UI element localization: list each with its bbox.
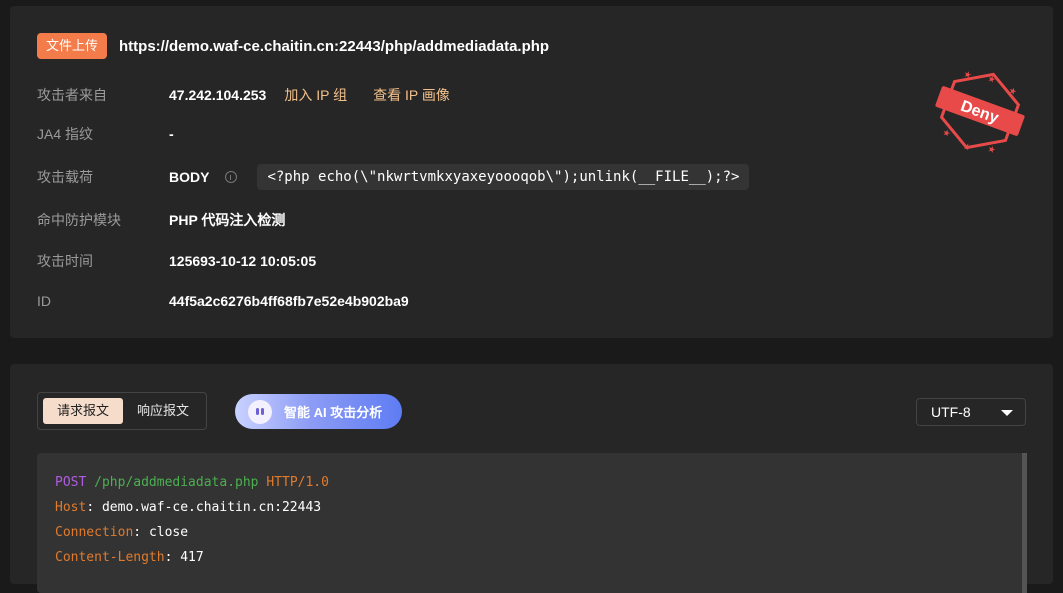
attacker-row: 攻击者来自 47.242.104.253 加入 IP 组 查看 IP 画像 (37, 81, 450, 109)
payload-location: BODY (169, 169, 210, 185)
request-line: POST /php/addmediadata.php HTTP/1.0 (55, 475, 329, 490)
attack-type-tag: 文件上传 (37, 33, 108, 59)
event-detail-panel: 文件上传 https://demo.waf-ce.chaitin.cn:2244… (10, 6, 1053, 338)
ai-analysis-button[interactable]: 智能 AI 攻击分析 (235, 394, 402, 429)
ai-analysis-label: 智能 AI 攻击分析 (284, 405, 383, 420)
message-panel: 请求报文 响应报文 智能 AI 攻击分析 UTF-8 POST /php/add… (10, 364, 1053, 593)
header-line: Host: demo.waf-ce.chaitin.cn:22443 (55, 500, 322, 515)
message-tab-group: 请求报文 响应报文 (37, 392, 207, 430)
scrollbar[interactable] (1022, 453, 1027, 593)
view-ip-profile-link[interactable]: 查看 IP 画像 (373, 85, 450, 105)
header-line: Content-Length: 417 (55, 550, 204, 565)
attacker-label: 攻击者来自 (37, 87, 107, 103)
encoding-select[interactable]: UTF-8 (916, 398, 1026, 426)
id-label: ID (37, 293, 51, 309)
ja4-value: - (169, 126, 174, 142)
encoding-value: UTF-8 (931, 404, 971, 420)
ja4-row: JA4 指纹 - (37, 120, 174, 148)
tab-response[interactable]: 响应报文 (123, 398, 203, 424)
payload-content: <?php echo(\"nkwrtvmkxyaxeyoooqob\");unl… (257, 164, 750, 190)
tab-request[interactable]: 请求报文 (43, 398, 124, 424)
module-label: 命中防护模块 (37, 212, 121, 228)
header-line: Connection: close (55, 525, 189, 540)
module-row: 命中防护模块 PHP 代码注入检测 (37, 206, 285, 234)
id-value: 44f5a2c6276b4ff68fb7e52e4b902ba9 (169, 293, 409, 309)
attacker-ip: 47.242.104.253 (169, 87, 267, 103)
ja4-label: JA4 指纹 (37, 126, 94, 142)
event-header: 文件上传 https://demo.waf-ce.chaitin.cn:2244… (37, 33, 549, 59)
add-ip-group-link[interactable]: 加入 IP 组 (284, 85, 347, 105)
payload-label: 攻击载荷 (37, 169, 93, 185)
time-label: 攻击时间 (37, 253, 93, 269)
module-value: PHP 代码注入检测 (169, 212, 286, 228)
svg-text:★: ★ (941, 127, 952, 139)
ai-robot-icon (248, 399, 272, 424)
time-value: 125693-10-12 10:05:05 (169, 253, 317, 269)
time-row: 攻击时间 125693-10-12 10:05:05 (37, 247, 316, 275)
caret-down-icon (1001, 410, 1013, 416)
id-row: ID 44f5a2c6276b4ff68fb7e52e4b902ba9 (37, 287, 409, 315)
deny-stamp-icon: ★ ★ ★ ★ ★ ★ Deny (935, 69, 1025, 155)
attack-url: https://demo.waf-ce.chaitin.cn:22443/php… (119, 37, 550, 55)
request-code-view: POST /php/addmediadata.php HTTP/1.0 Host… (37, 453, 1027, 593)
info-icon[interactable] (225, 171, 238, 183)
payload-row: 攻击载荷 BODY <?php echo(\"nkwrtvmkxyaxeyooo… (37, 163, 750, 191)
